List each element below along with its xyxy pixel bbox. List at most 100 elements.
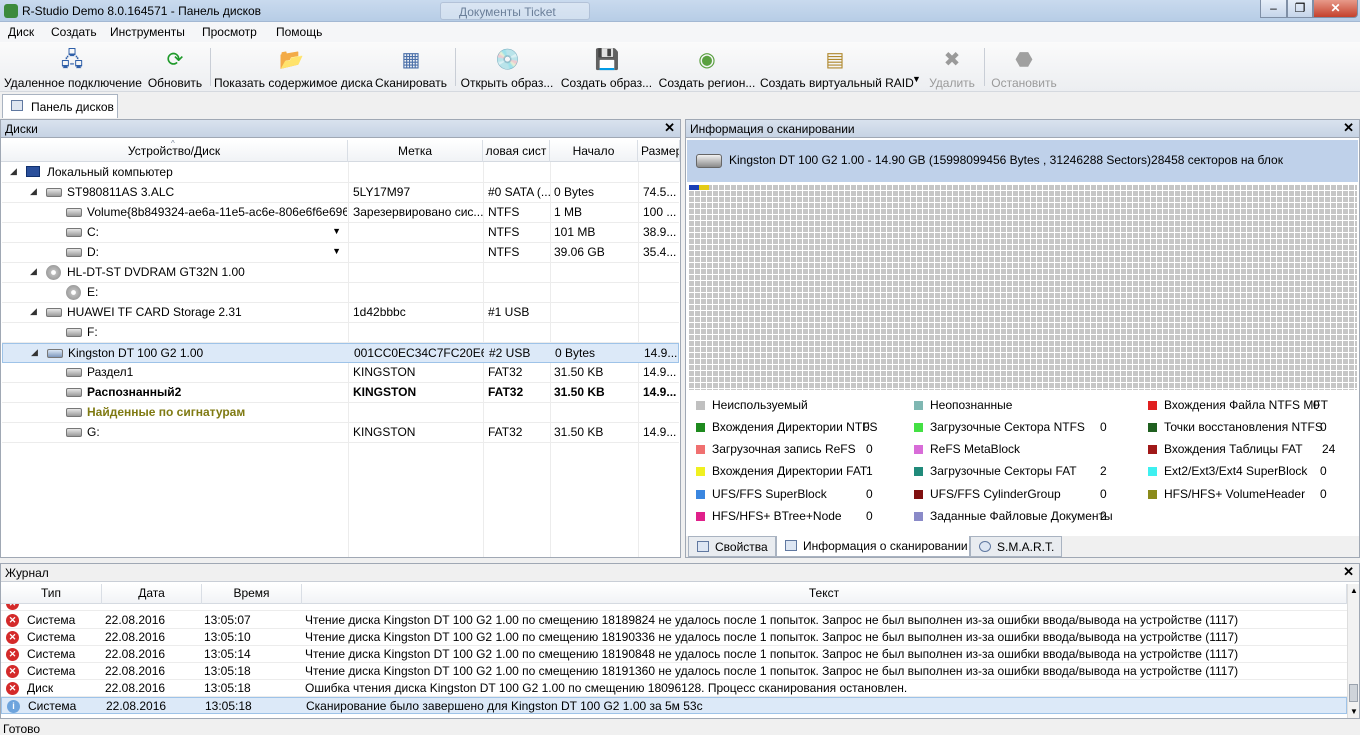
error-icon: ✕	[6, 648, 19, 661]
tree-row-found-by-signatures[interactable]: Найденные по сигнатурам	[2, 403, 679, 423]
col-filesystem[interactable]: ловая сист	[483, 140, 550, 162]
usb-drive-icon	[47, 349, 63, 358]
remote-connect-button[interactable]: 🖧 Удаленное подключение	[4, 42, 142, 92]
scan-info-pane: Информация о сканировании ✕ Kingston DT …	[685, 119, 1360, 558]
log-row[interactable]: ✕ Система 22.08.2016 13:05:18 Чтение диска …	[1, 663, 1347, 680]
show-disk-contents-button[interactable]: 📂 Показать содержимое диска	[214, 42, 373, 92]
legend-swatch	[696, 445, 705, 454]
menu-create[interactable]: Создать	[51, 25, 97, 39]
menu-tools[interactable]: Инструменты	[110, 25, 185, 39]
log-row-selected[interactable]: i Система 22.08.2016 13:05:18 Сканирование …	[1, 697, 1347, 714]
tree-row-partition[interactable]: D: ▼ NTFS 39.06 GB 35.4...	[2, 243, 679, 263]
tree-row-drive[interactable]: ◢ HL-DT-ST DVDRAM GT32N 1.00	[2, 263, 679, 283]
create-image-label: Создать образ...	[560, 76, 653, 90]
scan-info-icon	[785, 540, 797, 551]
create-image-button[interactable]: 💾 Создать образ...	[559, 42, 654, 92]
tree-row-partition[interactable]: F:	[2, 323, 679, 343]
error-icon: ✕	[6, 665, 19, 678]
window-title: R-Studio Demo 8.0.164571 - Панель дисков	[22, 4, 262, 18]
row-label: KINGSTON	[353, 365, 416, 379]
background-window-tab: Документы Ticket	[440, 2, 590, 20]
tree-row-partition[interactable]: Volume{8b849324-ae6a-11e5-ac6e-806e6f6e6…	[2, 203, 679, 223]
tree-row-drive[interactable]: ◢ HUAWEI TF CARD Storage 2.31 1d42bbbc #…	[2, 303, 679, 323]
collapse-icon[interactable]: ◢	[10, 166, 17, 177]
tab-disk-panel[interactable]: Панель дисков	[2, 94, 118, 118]
row-start: 0 Bytes	[554, 185, 595, 199]
close-icon[interactable]: ✕	[1343, 564, 1354, 580]
tree-row-partition[interactable]: E:	[2, 283, 679, 303]
minimize-button[interactable]: –	[1260, 0, 1287, 18]
row-filesystem: NTFS	[488, 205, 520, 219]
tree-row-drive-selected[interactable]: ◢ Kingston DT 100 G2 1.00 001CC0EC34C7FC…	[2, 343, 679, 363]
row-name: G:	[87, 425, 100, 439]
stop-button[interactable]: ⬣ Остановить	[988, 42, 1060, 92]
error-icon: ✕	[6, 631, 19, 644]
status-bar: Готово	[0, 719, 1360, 735]
tree-row-recognized-partition[interactable]: Распознанный2 KINGSTON FAT32 31.50 KB 14…	[2, 383, 679, 403]
scan-button[interactable]: ▦ Сканировать	[372, 42, 450, 92]
legend-swatch	[1148, 445, 1157, 454]
tab-properties[interactable]: Свойства	[688, 536, 776, 557]
col-start[interactable]: Начало	[550, 140, 638, 162]
log-row-partial: ✕	[1, 604, 1347, 611]
row-name: F:	[87, 325, 98, 339]
log-scrollbar[interactable]: ▲ ▼	[1347, 584, 1359, 718]
row-start: 39.06 GB	[554, 245, 605, 259]
scroll-up-icon[interactable]: ▲	[1350, 586, 1358, 595]
partition-icon	[66, 408, 82, 417]
legend-swatch	[696, 423, 705, 432]
row-label: 5LY17M97	[353, 185, 411, 199]
row-name: E:	[87, 285, 99, 299]
tree-row-partition[interactable]: Раздел1 KINGSTON FAT32 31.50 KB 14.9...	[2, 363, 679, 383]
partition-icon	[66, 208, 82, 217]
menu-disk[interactable]: Диск	[8, 25, 34, 39]
close-icon[interactable]: ✕	[664, 120, 675, 136]
scroll-down-icon[interactable]: ▼	[1350, 707, 1358, 716]
collapse-icon[interactable]: ◢	[30, 306, 37, 317]
maximize-button[interactable]: ❐	[1287, 0, 1313, 18]
log-row[interactable]: ✕ Система 22.08.2016 13:05:10 Чтение диска …	[1, 629, 1347, 646]
create-virtual-raid-button[interactable]: ▤ Создать виртуальный RAID	[760, 42, 914, 92]
scan-pane-tabs: Свойства Информация о сканировании S.M.A…	[686, 536, 1359, 557]
col-label[interactable]: Метка	[348, 140, 483, 162]
create-region-icon: ◉	[698, 49, 716, 71]
log-row[interactable]: ✕ Система 22.08.2016 13:05:14 Чтение диска …	[1, 646, 1347, 663]
col-size[interactable]: Размер	[638, 140, 680, 162]
raid-dropdown-arrow[interactable]: ▼	[910, 42, 922, 92]
disks-pane-title: Диски	[5, 122, 38, 136]
col-text[interactable]: Текст	[302, 584, 1347, 604]
hard-drive-icon	[46, 188, 62, 197]
tree-row-partition[interactable]: C: ▼ NTFS 101 MB 38.9...	[2, 223, 679, 243]
log-row[interactable]: ✕ Система 22.08.2016 13:05:07 Чтение диска …	[1, 612, 1347, 629]
delete-button[interactable]: ✖ Удалить	[922, 42, 982, 92]
tab-smart[interactable]: S.M.A.R.T.	[970, 536, 1062, 557]
row-label	[353, 243, 483, 263]
log-row[interactable]: ✕ Диск 22.08.2016 13:05:18 Ошибка чтения ди…	[1, 680, 1347, 697]
scrollbar-thumb[interactable]	[1349, 684, 1358, 702]
col-device[interactable]: Устройство/Диск ^	[1, 140, 348, 162]
close-icon[interactable]: ✕	[1343, 120, 1354, 136]
tab-scan-info[interactable]: Информация о сканировании	[776, 536, 970, 557]
tree-row-local-computer[interactable]: ◢ Локальный компьютер	[2, 163, 679, 183]
col-date[interactable]: Дата	[102, 584, 202, 604]
refresh-button[interactable]: ⟳ Обновить	[144, 42, 206, 92]
col-type[interactable]: Тип	[1, 584, 102, 604]
open-image-button[interactable]: 💿 Открыть образ...	[459, 42, 555, 92]
collapse-icon[interactable]: ◢	[30, 186, 37, 197]
tree-row-drive[interactable]: ◢ ST980811AS 3.ALC 5LY17M97 #0 SATA (...…	[2, 183, 679, 203]
menu-help[interactable]: Помощь	[276, 25, 322, 39]
collapse-icon[interactable]: ◢	[30, 266, 37, 277]
row-name: Локальный компьютер	[47, 165, 173, 179]
create-region-button[interactable]: ◉ Создать регион...	[658, 42, 756, 92]
col-time[interactable]: Время	[202, 584, 302, 604]
scan-map-grid[interactable]	[688, 184, 1357, 390]
partition-icon	[66, 248, 82, 257]
chevron-down-icon[interactable]: ▼	[332, 226, 341, 236]
tree-row-partition[interactable]: G: KINGSTON FAT32 31.50 KB 14.9...	[2, 423, 679, 443]
close-button[interactable]: ✕	[1313, 0, 1358, 18]
menu-view[interactable]: Просмотр	[202, 25, 257, 39]
row-filesystem: NTFS	[488, 245, 520, 259]
collapse-icon[interactable]: ◢	[31, 347, 38, 358]
row-name: Раздел1	[87, 365, 134, 379]
chevron-down-icon[interactable]: ▼	[332, 246, 341, 256]
